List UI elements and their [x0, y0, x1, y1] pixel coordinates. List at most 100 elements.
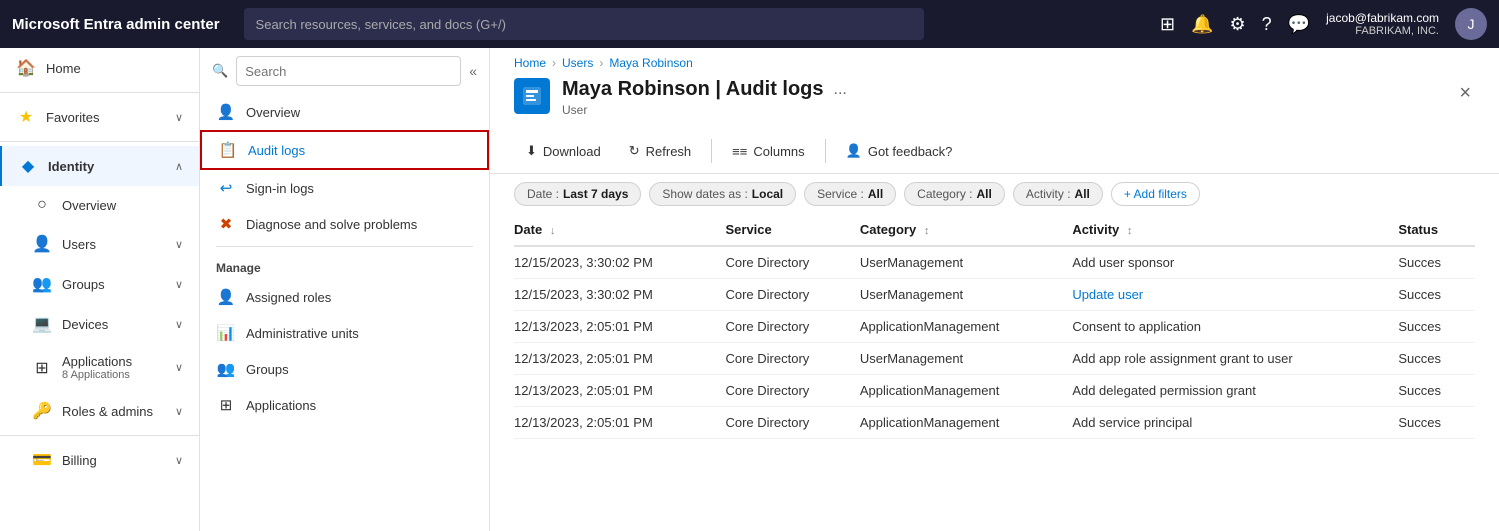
sub-nav-search-input[interactable]	[236, 56, 461, 86]
sidebar-item-billing[interactable]: 💳 Billing ∨	[0, 440, 199, 480]
sub-nav-label-applications: Applications	[246, 398, 316, 413]
filter-date-label: Date :	[527, 187, 559, 201]
sidebar-label-identity: Identity	[48, 159, 94, 174]
sidebar-divider	[0, 92, 199, 93]
more-options-button[interactable]: ...	[834, 81, 847, 99]
sub-nav-item-overview[interactable]: 👤 Overview	[200, 94, 489, 130]
table-body: 12/15/2023, 3:30:02 PMCore DirectoryUser…	[514, 246, 1475, 439]
col-date: Date ↓	[514, 214, 725, 246]
feedback-icon: 👤	[846, 143, 862, 159]
devices-icon: 💻	[32, 314, 52, 334]
main-panel: Home › Users › Maya Robinson	[490, 48, 1499, 531]
table-header-row: Date ↓ Service Category ↕ Acti	[514, 214, 1475, 246]
sort-date-icon[interactable]: ↓	[550, 225, 556, 237]
refresh-icon: ↻	[629, 143, 640, 159]
add-filter-button[interactable]: + Add filters	[1111, 182, 1200, 206]
filter-showdates-label: Show dates as :	[662, 187, 747, 201]
table-row: 12/15/2023, 3:30:02 PMCore DirectoryUser…	[514, 279, 1475, 311]
sub-nav-item-assigned-roles[interactable]: 👤 Assigned roles	[200, 279, 489, 315]
chevron-favorites-icon: ∨	[175, 111, 183, 124]
filter-show-dates[interactable]: Show dates as : Local	[649, 182, 796, 206]
sidebar-item-favorites[interactable]: ★ Favorites ∨	[0, 97, 199, 137]
global-sidebar: 🏠 Home ★ Favorites ∨ ◆ Identity ∧ ○ Over…	[0, 48, 200, 531]
help-icon[interactable]: ?	[1262, 14, 1272, 35]
cell-activity[interactable]: Update user	[1072, 279, 1398, 311]
cell-date: 12/15/2023, 3:30:02 PM	[514, 246, 725, 279]
breadcrumb-users[interactable]: Users	[562, 56, 593, 70]
feedback-nav-icon[interactable]: 💬	[1288, 14, 1310, 35]
sidebar-label-home: Home	[46, 61, 81, 76]
sidebar-item-devices[interactable]: 💻 Devices ∨	[0, 304, 199, 344]
breadcrumb-maya[interactable]: Maya Robinson	[609, 56, 692, 70]
apps-icon[interactable]: ⊞	[1160, 14, 1175, 35]
filter-date-value: Last 7 days	[563, 187, 628, 201]
table-row: 12/13/2023, 2:05:01 PMCore DirectoryAppl…	[514, 311, 1475, 343]
sidebar-item-users[interactable]: 👤 Users ∨	[0, 224, 199, 264]
download-button[interactable]: ⬇ Download	[514, 137, 613, 165]
table-row: 12/13/2023, 2:05:01 PMCore DirectoryAppl…	[514, 407, 1475, 439]
sort-category-icon[interactable]: ↕	[924, 225, 930, 237]
sub-nav-overview-icon: 👤	[216, 103, 236, 121]
cell-category: ApplicationManagement	[860, 311, 1072, 343]
sidebar-item-home[interactable]: 🏠 Home	[0, 48, 199, 88]
sub-nav-search-container: 🔍 «	[200, 48, 489, 94]
chevron-identity-icon: ∧	[175, 160, 183, 173]
sub-nav-item-applications-manage[interactable]: ⊞ Applications	[200, 387, 489, 423]
sidebar-item-identity[interactable]: ◆ Identity ∧	[0, 146, 199, 186]
user-org: FABRIKAM, INC.	[1355, 25, 1439, 37]
sub-nav-item-signin-logs[interactable]: ↩ Sign-in logs	[200, 170, 489, 206]
sidebar-label-devices: Devices	[62, 317, 108, 332]
identity-icon: ◆	[18, 156, 38, 176]
filter-category[interactable]: Category : All	[904, 182, 1005, 206]
overview-sidebar-icon: ○	[32, 196, 52, 214]
sub-nav-roles-icon: 👤	[216, 288, 236, 306]
search-input[interactable]	[244, 8, 924, 40]
refresh-button[interactable]: ↻ Refresh	[617, 137, 703, 165]
sidebar-item-applications[interactable]: ⊞ Applications 8 Applications ∨	[0, 344, 199, 391]
filter-activity[interactable]: Activity : All	[1013, 182, 1103, 206]
cell-service: Core Directory	[725, 407, 859, 439]
cell-date: 12/13/2023, 2:05:01 PM	[514, 407, 725, 439]
sidebar-item-groups[interactable]: 👥 Groups ∨	[0, 264, 199, 304]
sub-nav-label-groups: Groups	[246, 362, 289, 377]
sidebar-item-roles[interactable]: 🔑 Roles & admins ∨	[0, 391, 199, 431]
users-icon: 👤	[32, 234, 52, 254]
sub-nav-item-groups-manage[interactable]: 👥 Groups	[200, 351, 489, 387]
sidebar-item-overview[interactable]: ○ Overview	[0, 186, 199, 224]
breadcrumb: Home › Users › Maya Robinson	[490, 48, 1499, 70]
filter-service[interactable]: Service : All	[804, 182, 896, 206]
sub-nav-label-diagnose: Diagnose and solve problems	[246, 217, 417, 232]
app-title: Microsoft Entra admin center	[12, 16, 220, 33]
collapse-icon[interactable]: «	[469, 63, 477, 79]
columns-button[interactable]: ≡≡ Columns	[720, 138, 816, 165]
sub-nav-item-admin-units[interactable]: 📊 Administrative units	[200, 315, 489, 351]
page-title: Maya Robinson | Audit logs	[562, 78, 824, 101]
feedback-button[interactable]: 👤 Got feedback?	[834, 137, 965, 165]
cell-status: Succes	[1398, 375, 1475, 407]
cell-category: ApplicationManagement	[860, 407, 1072, 439]
cell-date: 12/13/2023, 2:05:01 PM	[514, 311, 725, 343]
page-header: Maya Robinson | Audit logs ... User ×	[490, 70, 1499, 129]
avatar[interactable]: J	[1455, 8, 1487, 40]
sub-nav-item-diagnose[interactable]: ✖ Diagnose and solve problems	[200, 206, 489, 242]
groups-icon: 👥	[32, 274, 52, 294]
sub-nav-label-assigned-roles: Assigned roles	[246, 290, 331, 305]
download-label: Download	[543, 144, 601, 159]
cell-service: Core Directory	[725, 279, 859, 311]
sub-nav-signin-icon: ↩	[216, 179, 236, 197]
col-service: Service	[725, 214, 859, 246]
favorites-icon: ★	[16, 107, 36, 127]
notifications-icon[interactable]: 🔔	[1191, 14, 1213, 35]
breadcrumb-home[interactable]: Home	[514, 56, 546, 70]
close-button[interactable]: ×	[1455, 78, 1475, 109]
filter-date[interactable]: Date : Last 7 days	[514, 182, 641, 206]
sub-nav-item-audit-logs[interactable]: 📋 Audit logs	[200, 130, 489, 170]
sub-nav-label-audit: Audit logs	[248, 143, 305, 158]
sub-nav-label-signin: Sign-in logs	[246, 181, 314, 196]
content-area: 🔍 « 👤 Overview 📋 Audit logs ↩ Sign-in lo…	[200, 48, 1499, 531]
cell-category: UserManagement	[860, 343, 1072, 375]
sort-activity-icon[interactable]: ↕	[1127, 225, 1133, 237]
cell-service: Core Directory	[725, 311, 859, 343]
settings-icon[interactable]: ⚙	[1230, 14, 1246, 35]
cell-service: Core Directory	[725, 246, 859, 279]
